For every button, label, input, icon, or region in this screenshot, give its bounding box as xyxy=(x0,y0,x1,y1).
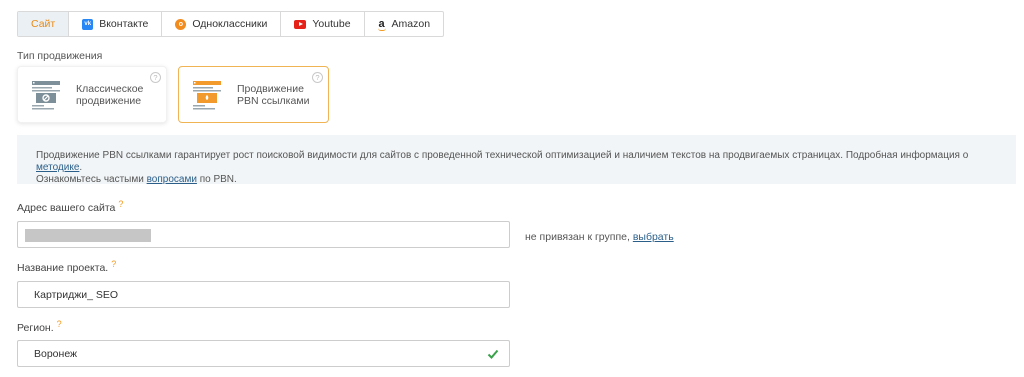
site-address-label: Адрес вашего сайта? xyxy=(17,199,123,214)
tab-site-label: Сайт xyxy=(31,18,56,30)
tab-site[interactable]: Сайт xyxy=(18,12,70,36)
youtube-icon xyxy=(294,19,307,29)
pbn-promotion-icon xyxy=(192,79,222,110)
pbn-promotion-option[interactable]: Продвижение PBN ссылками ? xyxy=(178,66,329,123)
pbn-promotion-title-line1: Продвижение xyxy=(237,82,304,95)
project-name-input[interactable]: Картриджи_ SEO xyxy=(17,281,510,308)
pbn-promotion-help-icon[interactable]: ? xyxy=(312,72,323,83)
group-note-text: не привязан к группе, xyxy=(525,231,633,243)
site-address-redacted-value xyxy=(25,229,151,242)
classic-promotion-title-line2: продвижение xyxy=(76,94,142,107)
tab-youtube-label: Youtube xyxy=(312,18,351,30)
info-line-1-text: Продвижение PBN ссылками гарантирует рос… xyxy=(36,150,969,161)
region-value: Воронеж xyxy=(34,347,78,360)
site-address-help-icon[interactable]: ? xyxy=(118,199,123,209)
vk-icon: vk xyxy=(82,18,94,30)
info-line-1: Продвижение PBN ссылками гарантирует рос… xyxy=(36,150,997,174)
tab-amazon[interactable]: a Amazon xyxy=(365,12,444,36)
pbn-info-box: Продвижение PBN ссылками гарантирует рос… xyxy=(17,135,1016,186)
region-label: Регион.? xyxy=(17,319,62,334)
project-name-label-text: Название проекта. xyxy=(17,262,109,274)
pbn-promotion-title-line2: PBN ссылками xyxy=(237,94,310,107)
tab-amazon-label: Amazon xyxy=(391,18,431,30)
info-line-2-text: Ознакомьтесь частыми xyxy=(36,174,147,185)
info-line-2: Ознакомьтесь частыми вопросами по PBN. xyxy=(36,174,997,186)
site-address-input[interactable] xyxy=(17,221,510,248)
classic-promotion-icon xyxy=(31,79,61,110)
classic-promotion-option[interactable]: Классическое продвижение ? xyxy=(17,66,167,123)
faq-link[interactable]: вопросами xyxy=(147,174,197,185)
tab-youtube[interactable]: Youtube xyxy=(281,12,365,36)
region-input[interactable]: Воронеж xyxy=(17,340,510,367)
info-line-2-end: по PBN. xyxy=(196,174,237,185)
region-help-icon[interactable]: ? xyxy=(57,319,62,329)
choose-group-link[interactable]: выбрать xyxy=(633,231,674,243)
group-note: не привязан к группе, выбрать xyxy=(525,231,674,243)
odnoklassniki-icon: о xyxy=(175,18,187,30)
amazon-icon: a xyxy=(377,18,386,31)
classic-promotion-title-line1: Классическое xyxy=(76,82,144,95)
project-name-label: Название проекта.? xyxy=(17,259,116,274)
info-line-1-end: . xyxy=(79,162,83,173)
project-name-value: Картриджи_ SEO xyxy=(34,288,119,301)
classic-promotion-help-icon[interactable]: ? xyxy=(150,72,161,83)
checkmark-icon xyxy=(487,349,499,359)
promotion-type-label: Тип продвижения xyxy=(17,50,103,62)
region-label-text: Регион. xyxy=(17,322,54,334)
source-tabs: Сайт vk Вконтакте о Одноклассники Youtub… xyxy=(17,11,445,37)
site-address-label-text: Адрес вашего сайта xyxy=(17,202,116,214)
project-name-help-icon[interactable]: ? xyxy=(111,259,116,269)
tab-odnoklassniki-label: Одноклассники xyxy=(192,18,268,30)
classic-promotion-title: Классическое продвижение xyxy=(76,83,151,107)
tab-odnoklassniki[interactable]: о Одноклассники xyxy=(162,12,282,36)
tab-vkontakte-label: Вконтакте xyxy=(99,18,149,30)
tab-vkontakte[interactable]: vk Вконтакте xyxy=(69,12,163,36)
methodology-link[interactable]: методике xyxy=(36,162,79,173)
pbn-promotion-title: Продвижение PBN ссылками xyxy=(237,83,312,107)
